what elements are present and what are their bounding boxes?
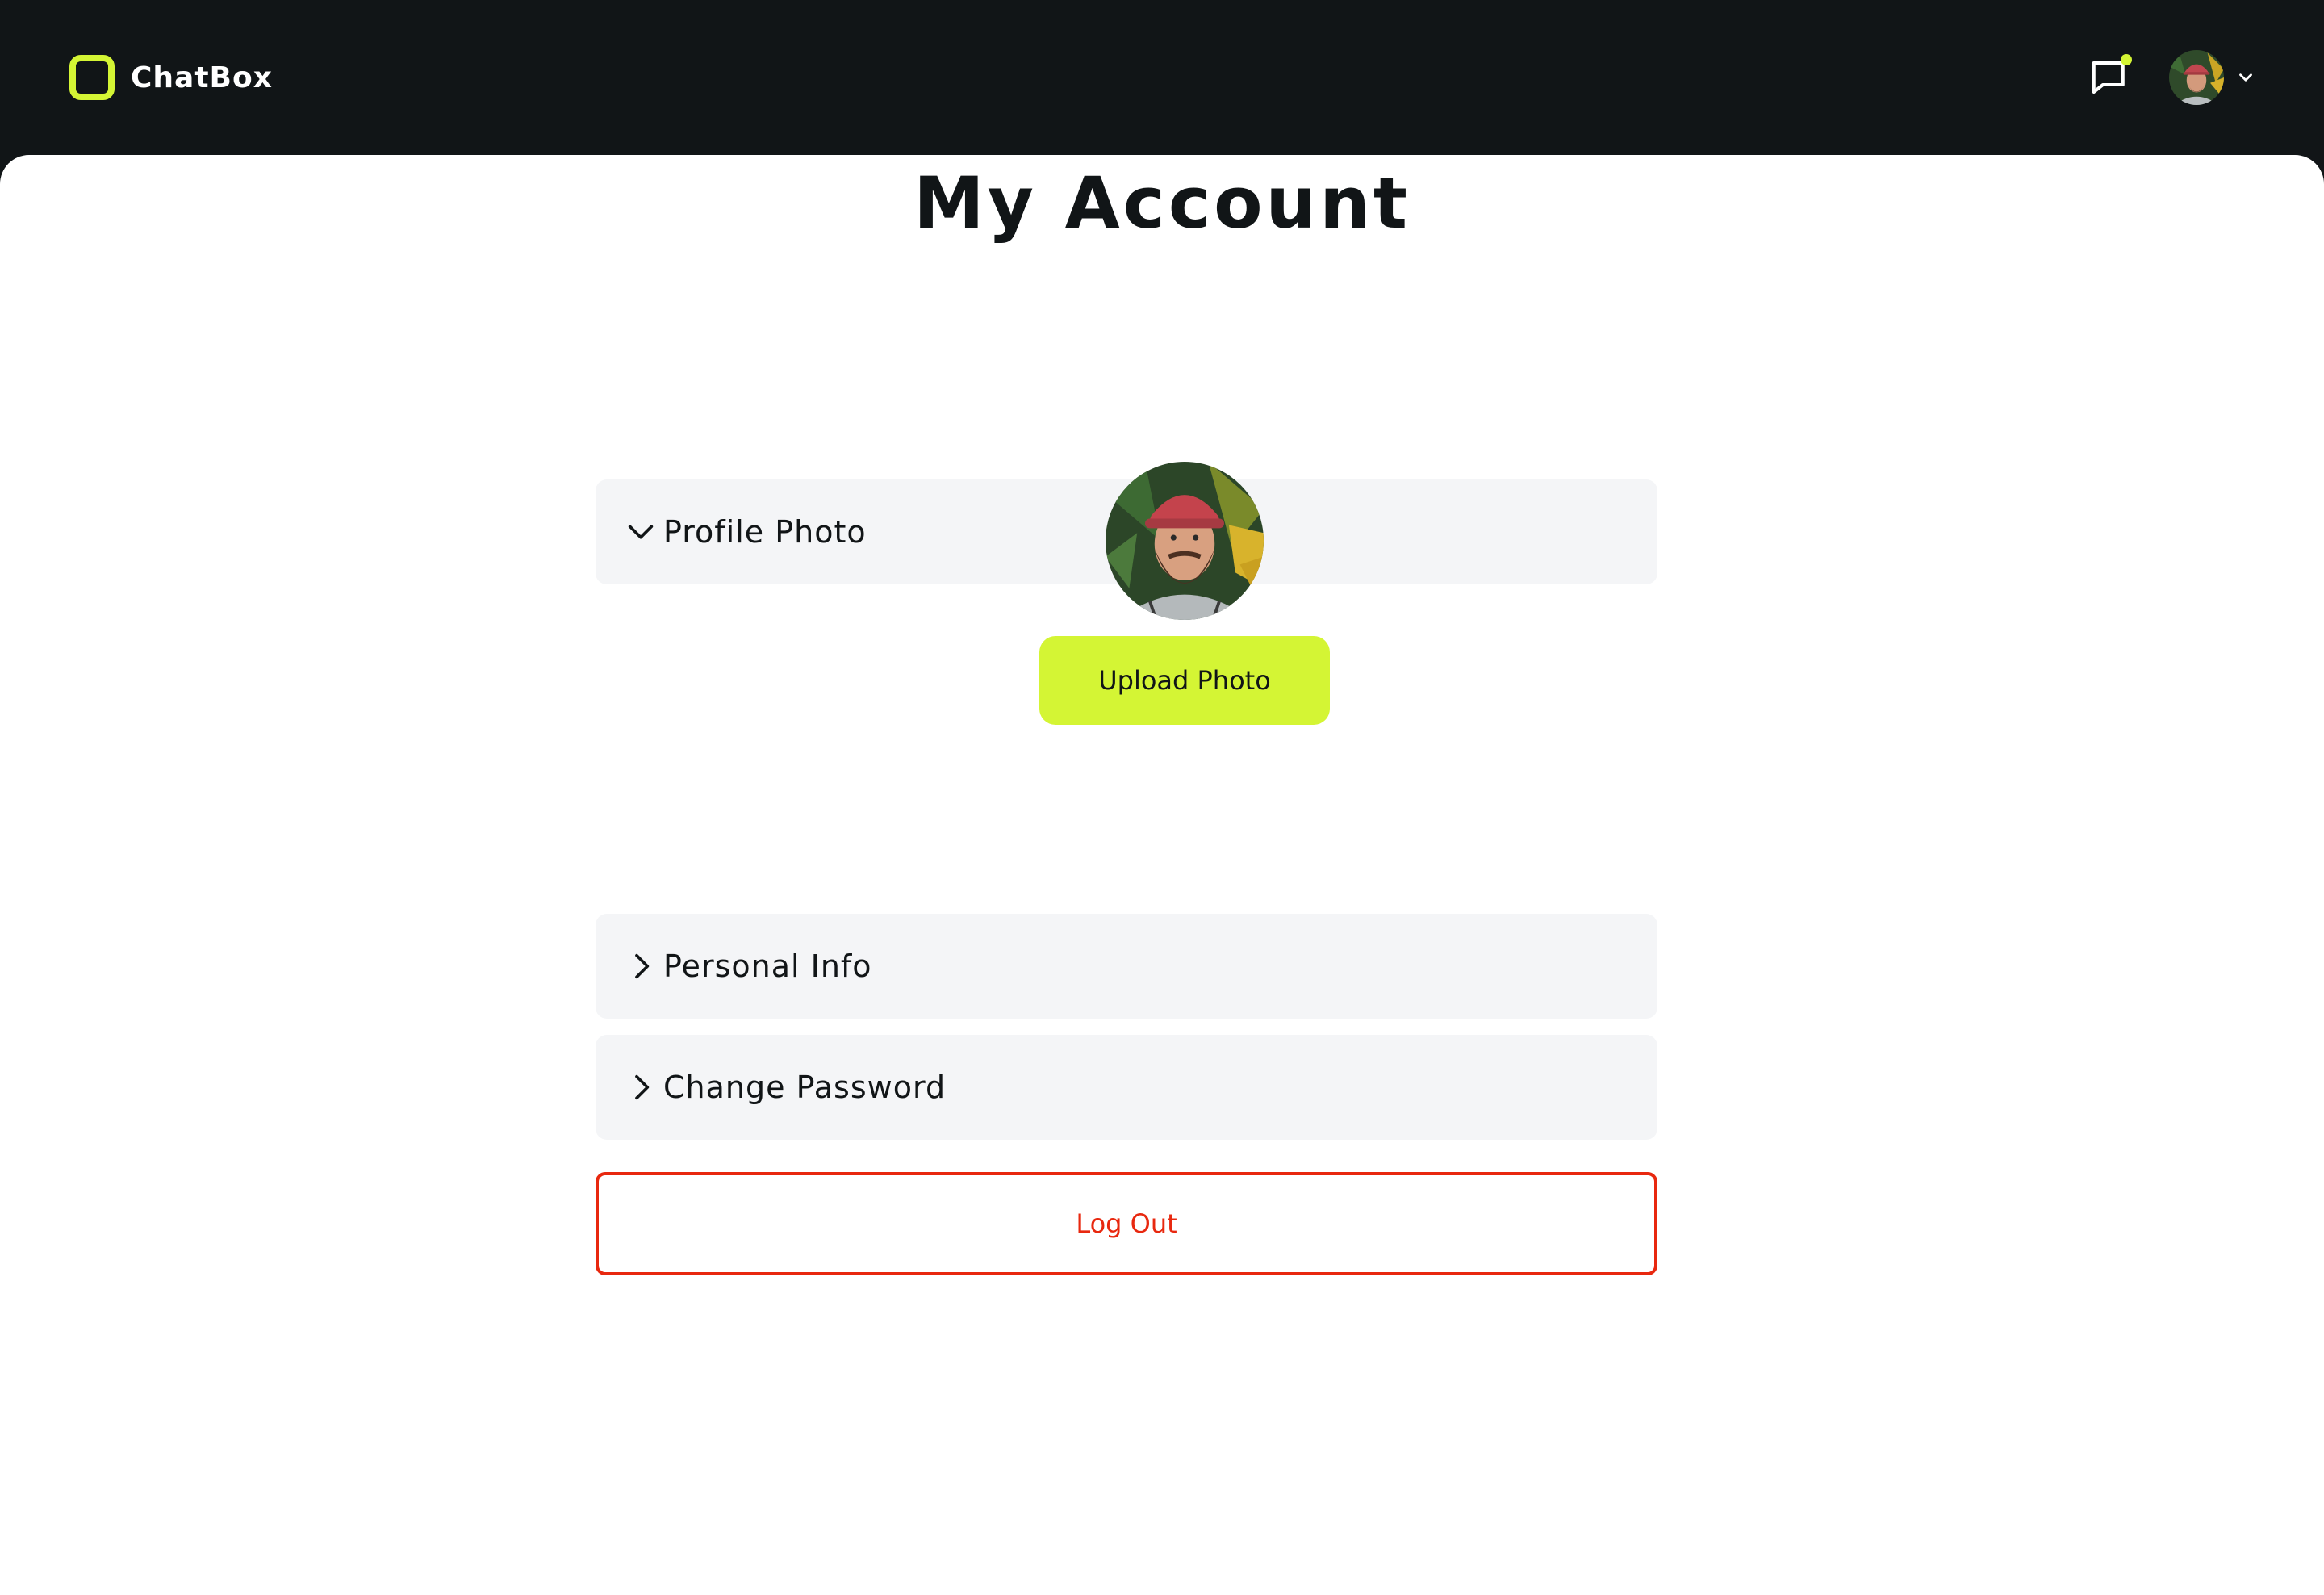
chevron-right-icon <box>635 1074 650 1100</box>
chevron-down-icon <box>2239 73 2252 82</box>
header-actions <box>2088 45 2256 110</box>
profile-photo <box>1106 462 1264 620</box>
chatbox-logo-icon <box>69 55 115 100</box>
top-navigation-bar: ChatBox <box>0 0 2324 161</box>
upload-photo-button[interactable]: Upload Photo <box>1039 636 1330 725</box>
page-title: My Account <box>913 161 1411 245</box>
chevron-right-icon <box>635 953 650 979</box>
chevron-down-icon <box>628 525 654 539</box>
user-avatar <box>2169 50 2224 105</box>
brand-name: ChatBox <box>131 61 273 94</box>
logout-button[interactable]: Log Out <box>596 1172 1657 1275</box>
messages-button[interactable] <box>2088 54 2132 99</box>
section-label: Profile Photo <box>663 514 867 550</box>
notification-dot <box>2121 54 2132 65</box>
brand[interactable]: ChatBox <box>69 55 273 100</box>
section-label: Change Password <box>663 1070 947 1105</box>
section-label: Personal Info <box>663 948 872 984</box>
user-menu[interactable] <box>2169 50 2256 105</box>
section-personal-info[interactable]: Personal Info <box>596 914 1657 1019</box>
main-content <box>0 155 2324 1595</box>
section-change-password[interactable]: Change Password <box>596 1035 1657 1140</box>
